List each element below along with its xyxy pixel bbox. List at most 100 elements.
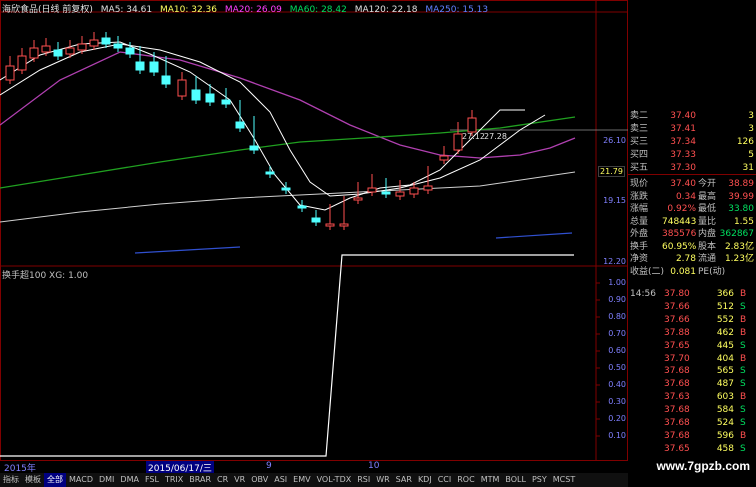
tab-13[interactable]: EMV (290, 473, 313, 487)
tick-row[interactable]: 37.66 552 B (628, 314, 756, 327)
tick-row[interactable]: 37.68 524 S (628, 417, 756, 430)
quote-value-2: 1.23亿 (724, 254, 754, 264)
candle (439, 155, 449, 161)
price-tick: 19.15 (603, 196, 626, 205)
quote-label: 现价 (630, 179, 649, 189)
tab-0[interactable]: 指标 (0, 473, 22, 487)
order-price: 37.34 (670, 137, 696, 147)
quote-value: 37.40 (670, 179, 696, 189)
ma5-line (0, 41, 525, 211)
tick-row[interactable]: 37.68 596 B (628, 430, 756, 443)
chart-border (0, 0, 628, 461)
tab-20[interactable]: ROC (454, 473, 477, 487)
order-price: 37.33 (670, 150, 696, 160)
quote-label: 净资 (630, 254, 649, 264)
tab-5[interactable]: DMA (117, 473, 142, 487)
tick-row[interactable]: 37.68 487 S (628, 378, 756, 391)
tick-row[interactable]: 14:56 37.80 366 B (628, 288, 756, 301)
sub-axis-tick: 0.40 (608, 380, 626, 389)
quote-label: 收益(二) (630, 266, 665, 277)
quote-label: 换手 (630, 241, 649, 252)
tab-6[interactable]: FSL (142, 473, 162, 487)
tick-side: S (740, 340, 746, 351)
tick-price: 37.63 (664, 392, 690, 403)
tick-side: B (740, 430, 747, 441)
tab-1[interactable]: 模板 (22, 473, 44, 487)
tick-vol: 584 (716, 405, 734, 416)
tick-price: 37.68 (664, 379, 690, 390)
quote-row: 总量 748443 量比 1.55 (628, 216, 756, 228)
candle (191, 89, 201, 101)
current-price-tag: 21.79 (598, 166, 625, 177)
tick-vol: 603 (716, 392, 734, 403)
tab-19[interactable]: CCI (435, 473, 455, 487)
quote-value: 0.081 (670, 266, 696, 277)
tick-row[interactable]: 37.68 565 S (628, 365, 756, 378)
tick-vol: 596 (716, 430, 734, 441)
candle (381, 191, 391, 195)
ma20-line (0, 51, 576, 159)
order-label: 买四 (630, 150, 649, 160)
tab-9[interactable]: CR (214, 473, 231, 487)
quote-value: 60.95% (662, 241, 697, 252)
tick-row[interactable]: 37.70 404 B (628, 353, 756, 366)
quote-value-2: 1.55 (733, 216, 754, 227)
quote-label-2: 股本 (698, 241, 717, 252)
quote-label-2: 今开 (698, 179, 717, 189)
tab-14[interactable]: VOL-TDX (314, 473, 355, 487)
tick-price: 37.66 (664, 314, 690, 325)
stock-name: 海欣食品(日线 前复权) (2, 5, 93, 15)
candle (325, 223, 335, 227)
candle (339, 223, 349, 227)
quote-label: 涨跌 (630, 191, 649, 202)
tab-3[interactable]: MACD (66, 473, 96, 487)
quote-row: 收益(二) 0.081 PE(动) (628, 266, 756, 278)
tab-23[interactable]: PSY (529, 473, 550, 487)
tab-4[interactable]: DMI (96, 473, 117, 487)
candle (367, 187, 377, 193)
tab-21[interactable]: MTM (478, 473, 503, 487)
tab-22[interactable]: BOLL (502, 473, 529, 487)
tick-row[interactable]: 37.63 603 B (628, 391, 756, 404)
candlesticks (5, 32, 477, 230)
tick-row[interactable]: 37.65 458 S (628, 443, 756, 456)
candle (297, 205, 307, 209)
tab-16[interactable]: WR (373, 473, 392, 487)
candle (423, 185, 433, 191)
tick-price: 37.68 (664, 366, 690, 377)
quote-label: 外盘 (630, 229, 649, 239)
candle (5, 65, 15, 81)
tab-2[interactable]: 全部 (44, 473, 66, 487)
candle (235, 121, 245, 129)
order-label: 买五 (630, 163, 649, 173)
tick-price: 37.68 (664, 418, 690, 428)
tick-row[interactable]: 37.65 445 S (628, 340, 756, 353)
tick-row[interactable]: 37.68 584 S (628, 404, 756, 417)
tab-11[interactable]: OBV (248, 473, 271, 487)
tick-vol: 366 (716, 289, 734, 299)
tick-price: 37.68 (664, 405, 690, 416)
tab-7[interactable]: TRIX (162, 473, 186, 487)
tab-17[interactable]: SAR (393, 473, 415, 487)
candle (77, 43, 87, 51)
tab-24[interactable]: MCST (550, 473, 578, 487)
candle (41, 45, 51, 53)
candle (17, 55, 27, 71)
candle (177, 79, 187, 97)
tab-8[interactable]: BRAR (186, 473, 214, 487)
tab-10[interactable]: VR (231, 473, 248, 487)
kline-chart[interactable] (0, 0, 628, 461)
ma10-label: MA10: 32.36 (159, 5, 217, 15)
quote-label-2: 流通 (698, 254, 717, 264)
tab-15[interactable]: RSI (354, 473, 373, 487)
tick-row[interactable]: 37.88 462 B (628, 327, 756, 340)
tick-vol: 487 (716, 379, 734, 390)
candle (161, 75, 171, 85)
tab-12[interactable]: ASI (271, 473, 290, 487)
tick-side: B (740, 327, 747, 338)
quote-value: 2.78 (675, 254, 696, 264)
ma20-label: MA20: 26.09 (224, 5, 282, 15)
tab-18[interactable]: KDJ (415, 473, 435, 487)
tick-vol: 458 (716, 443, 734, 454)
tick-row[interactable]: 37.66 512 S (628, 301, 756, 314)
